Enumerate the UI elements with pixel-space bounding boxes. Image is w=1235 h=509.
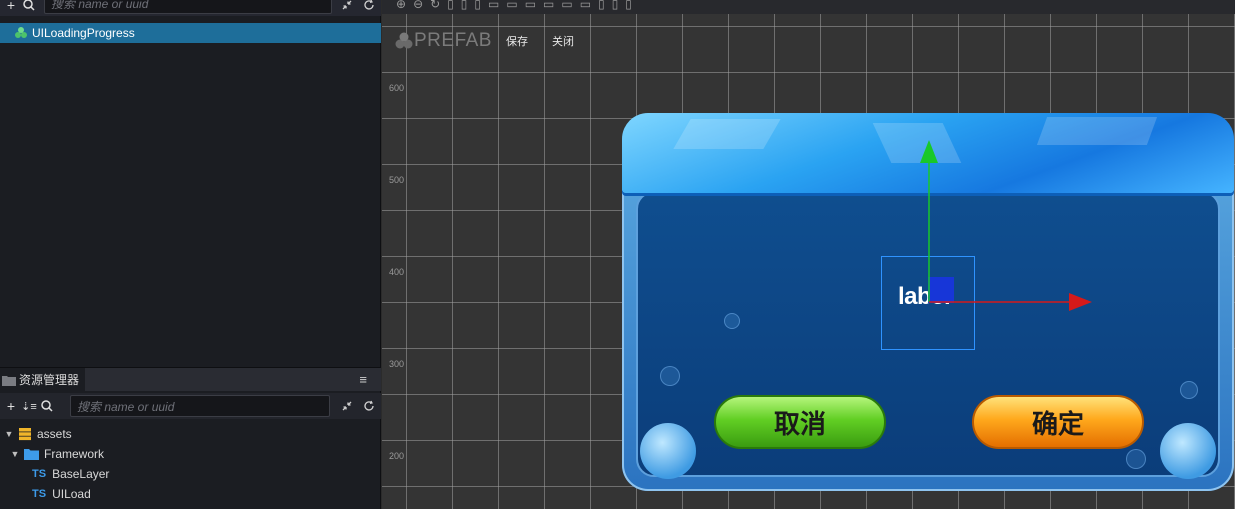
dialog-prefab[interactable]: 取消 确定 label (622, 113, 1234, 493)
zoom-in-icon[interactable]: ⊕ (396, 0, 406, 11)
tree-item-baselayer[interactable]: TS BaseLayer (32, 464, 109, 484)
align-top-icon[interactable]: ▭ (488, 0, 499, 11)
prefab-node-icon (15, 27, 27, 38)
hierarchy-search-input[interactable]: 搜索 name or uuid (44, 0, 332, 14)
tree-item-label: Framework (44, 447, 105, 461)
assets-tab-label: 资源管理器 (19, 373, 80, 387)
asset-search-filter-icon[interactable] (38, 397, 56, 415)
distribute-top-icon[interactable]: ▭ (543, 0, 554, 11)
tree-item-label: UILoad (52, 487, 91, 501)
close-button[interactable]: 关闭 (552, 33, 574, 49)
folder-icon (24, 449, 39, 460)
asset-collapse-icon[interactable] (338, 397, 356, 415)
left-panel: + 搜索 name or uuid UILoadingProgress 资源管理… (0, 0, 381, 509)
asset-search-input[interactable]: 搜索 name or uuid (70, 395, 330, 417)
tree-item-label: assets (37, 427, 72, 441)
expand-arrow-icon[interactable]: ▼ (4, 429, 14, 439)
transform-gizmo[interactable] (622, 113, 1234, 493)
align-center-h-icon[interactable]: ▯ (461, 0, 468, 11)
prefab-bar: PREFAB 保存 关闭 (394, 30, 574, 52)
hierarchy-node-selected[interactable]: UILoadingProgress (0, 23, 381, 43)
scene-view[interactable]: ⊕ ⊖ ↻ ▯ ▯ ▯ ▭ ▭ ▭ ▭ ▭ ▭ ▯ ▯ ▯ 600 500 40… (382, 0, 1235, 509)
folder-icon (2, 375, 16, 386)
distribute-bottom-icon[interactable]: ▭ (580, 0, 591, 11)
typescript-icon: TS (32, 468, 47, 480)
tab-assets[interactable]: 资源管理器 (0, 367, 86, 392)
hierarchy-node-label: UILoadingProgress (32, 26, 135, 40)
align-right-icon[interactable]: ▯ (474, 0, 481, 11)
add-asset-icon[interactable]: + (2, 397, 20, 415)
refresh-icon[interactable] (360, 0, 378, 14)
tree-item-framework[interactable]: ▼ Framework (10, 444, 104, 464)
align-left-icon[interactable]: ▯ (447, 0, 454, 11)
axis-label-400: 400 (389, 267, 405, 277)
collapse-icon[interactable] (338, 0, 356, 14)
editor-window: + 搜索 name or uuid UILoadingProgress 资源管理… (0, 0, 1235, 509)
sort-icon[interactable]: ⇣≡ (20, 397, 38, 415)
menu-icon[interactable]: ≡ (359, 372, 367, 387)
add-icon[interactable]: + (2, 0, 20, 14)
asset-refresh-icon[interactable] (360, 397, 378, 415)
align-bottom-icon[interactable]: ▭ (525, 0, 536, 11)
distribute-left-icon[interactable]: ▯ (598, 0, 605, 11)
tree-item-label: BaseLayer (52, 467, 110, 481)
axis-label-300: 300 (389, 359, 405, 369)
zoom-out-icon[interactable]: ⊖ (413, 0, 423, 11)
typescript-icon: TS (32, 488, 47, 500)
x-axis-arrow-icon[interactable] (1069, 293, 1092, 311)
distribute-middle-icon[interactable]: ▭ (561, 0, 572, 11)
save-button[interactable]: 保存 (506, 33, 528, 49)
axis-label-200: 200 (389, 451, 405, 461)
axis-label-500: 500 (389, 175, 405, 185)
prefab-label: PREFAB (414, 30, 492, 51)
expand-arrow-icon[interactable]: ▼ (10, 449, 20, 459)
assets-toolbar: + ⇣≡ 搜索 name or uuid (0, 393, 381, 419)
reset-view-icon[interactable]: ↻ (430, 0, 440, 11)
tree-item-uiload[interactable]: TS UILoad (32, 484, 91, 504)
distribute-right-icon[interactable]: ▯ (625, 0, 632, 11)
assets-panel-header: 资源管理器 ≡ (0, 367, 381, 392)
scene-toolbar: ⊕ ⊖ ↻ ▯ ▯ ▯ ▭ ▭ ▭ ▭ ▭ ▭ ▯ ▯ ▯ (382, 0, 1235, 14)
prefab-icon (395, 32, 413, 49)
y-axis-arrow-icon[interactable] (920, 140, 938, 163)
distribute-center-icon[interactable]: ▯ (612, 0, 619, 11)
align-middle-v-icon[interactable]: ▭ (506, 0, 517, 11)
database-icon (19, 428, 31, 441)
tree-item-assets[interactable]: ▼ assets (4, 424, 72, 444)
axis-label-600: 600 (389, 83, 405, 93)
search-filter-icon[interactable] (20, 0, 38, 14)
